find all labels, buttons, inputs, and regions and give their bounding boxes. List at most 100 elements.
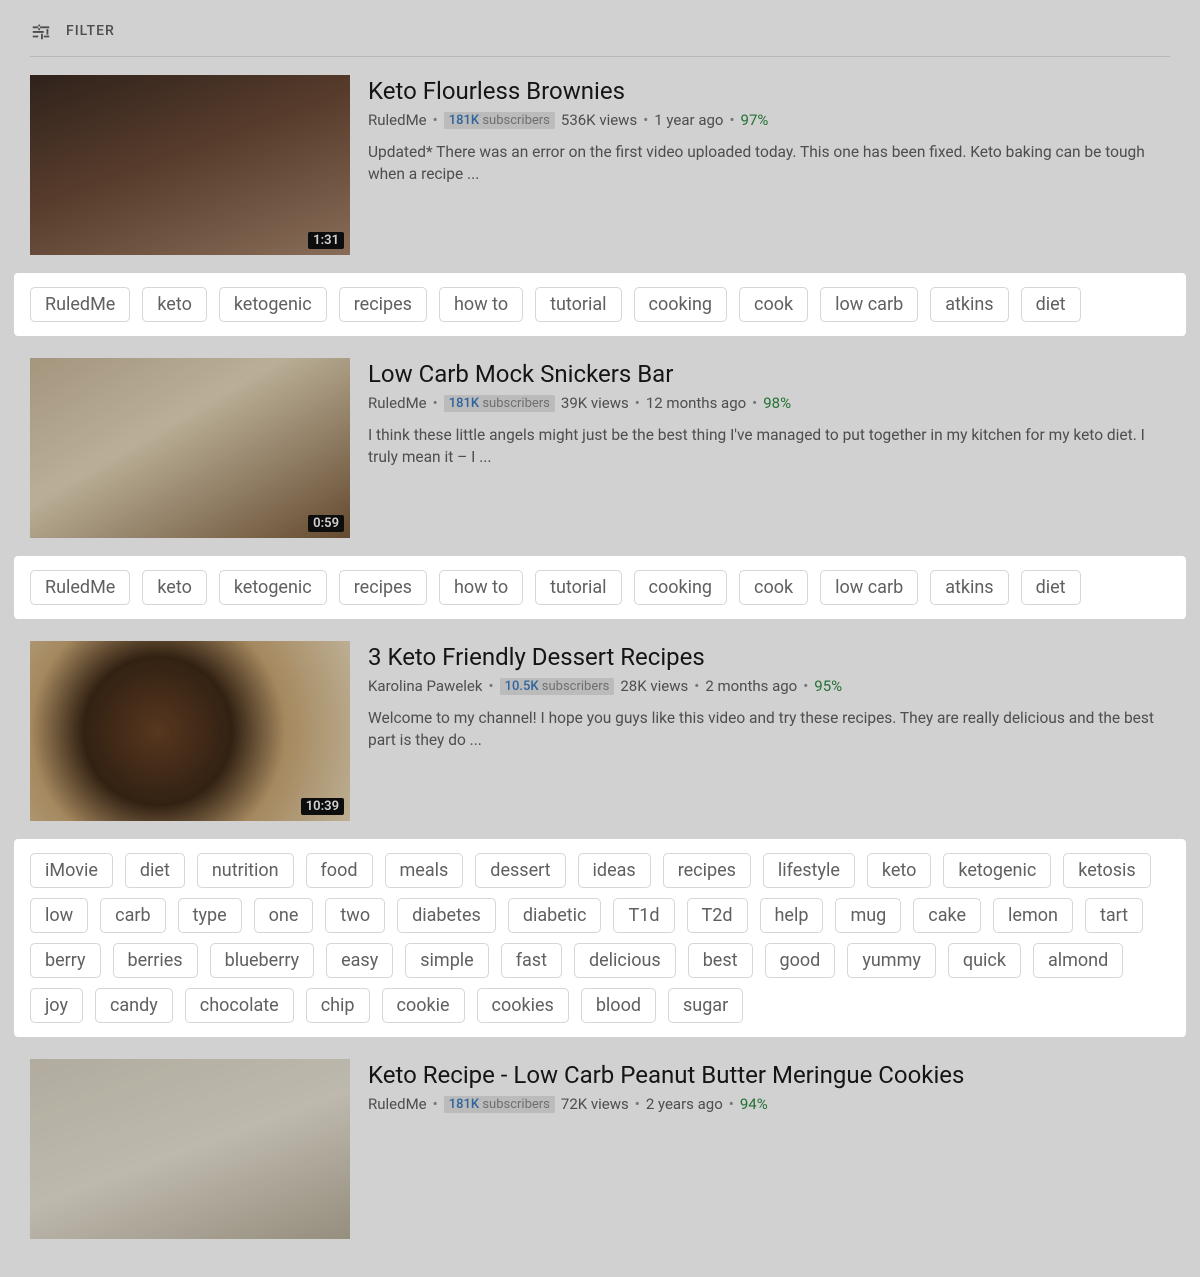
video-info: Low Carb Mock Snickers Bar RuledMe • 181… — [368, 358, 1170, 538]
subscriber-badge: 181K subscribers — [444, 1096, 555, 1113]
tag[interactable]: one — [254, 898, 314, 933]
search-result: 10:39 3 Keto Friendly Dessert Recipes Ka… — [30, 641, 1170, 821]
tag[interactable]: cookies — [477, 988, 569, 1023]
tag[interactable]: low — [30, 898, 88, 933]
video-info: Keto Recipe - Low Carb Peanut Butter Mer… — [368, 1059, 1170, 1239]
tag[interactable]: type — [178, 898, 242, 933]
tag[interactable]: tutorial — [535, 287, 621, 322]
tag[interactable]: low carb — [820, 570, 918, 605]
video-thumbnail[interactable]: 10:39 — [30, 641, 350, 821]
tag[interactable]: lemon — [993, 898, 1073, 933]
tag[interactable]: blueberry — [210, 943, 314, 978]
tag[interactable]: cake — [913, 898, 981, 933]
video-title[interactable]: Low Carb Mock Snickers Bar — [368, 360, 1170, 388]
tag[interactable]: cookie — [382, 988, 465, 1023]
tag[interactable]: RuledMe — [30, 287, 130, 322]
tag[interactable]: fast — [501, 943, 562, 978]
tag[interactable]: lifestyle — [763, 853, 855, 888]
tag[interactable]: candy — [95, 988, 173, 1023]
tag[interactable]: how to — [439, 287, 523, 322]
tag[interactable]: atkins — [930, 570, 1008, 605]
video-title[interactable]: Keto Flourless Brownies — [368, 77, 1170, 105]
tag[interactable]: nutrition — [197, 853, 294, 888]
separator-dot: • — [729, 1095, 734, 1113]
video-meta: Karolina Pawelek • 10.5K subscribers 28K… — [368, 677, 1170, 695]
video-title[interactable]: Keto Recipe - Low Carb Peanut Butter Mer… — [368, 1061, 1170, 1089]
tag[interactable]: food — [306, 853, 373, 888]
tag[interactable]: dessert — [475, 853, 565, 888]
tag[interactable]: berry — [30, 943, 101, 978]
tag[interactable]: almond — [1033, 943, 1123, 978]
tag[interactable]: diabetes — [397, 898, 496, 933]
tag[interactable]: keto — [867, 853, 931, 888]
tag[interactable]: how to — [439, 570, 523, 605]
tag[interactable]: blood — [581, 988, 656, 1023]
tag[interactable]: recipes — [339, 287, 427, 322]
tag[interactable]: cooking — [634, 287, 728, 322]
tag[interactable]: diet — [1021, 287, 1081, 322]
tag[interactable]: ketogenic — [219, 287, 327, 322]
separator-dot: • — [433, 1095, 438, 1113]
video-thumbnail[interactable]: 0:59 — [30, 358, 350, 538]
video-thumbnail[interactable] — [30, 1059, 350, 1239]
tag[interactable]: cook — [739, 287, 808, 322]
subscriber-badge: 10.5K subscribers — [500, 678, 615, 695]
tag[interactable]: delicious — [574, 943, 676, 978]
filter-bar[interactable]: FILTER — [30, 20, 1170, 57]
tag[interactable]: low carb — [820, 287, 918, 322]
video-title[interactable]: 3 Keto Friendly Dessert Recipes — [368, 643, 1170, 671]
separator-dot: • — [694, 677, 699, 695]
channel-name[interactable]: RuledMe — [368, 1095, 427, 1113]
tag[interactable]: easy — [326, 943, 393, 978]
tag[interactable]: simple — [405, 943, 488, 978]
tag[interactable]: meals — [385, 853, 464, 888]
tag[interactable]: iMovie — [30, 853, 113, 888]
channel-name[interactable]: RuledMe — [368, 111, 427, 129]
rating-percent: 97% — [741, 111, 769, 129]
channel-name[interactable]: Karolina Pawelek — [368, 677, 483, 695]
tag[interactable]: chip — [306, 988, 370, 1023]
tag[interactable]: best — [688, 943, 753, 978]
tag[interactable]: yummy — [847, 943, 936, 978]
tag[interactable]: diet — [125, 853, 185, 888]
tag[interactable]: berries — [113, 943, 198, 978]
tag[interactable]: chocolate — [185, 988, 294, 1023]
tag[interactable]: ideas — [578, 853, 651, 888]
tag[interactable]: T2d — [687, 898, 748, 933]
tag[interactable]: two — [325, 898, 385, 933]
tag[interactable]: atkins — [930, 287, 1008, 322]
channel-name[interactable]: RuledMe — [368, 394, 427, 412]
filter-label: FILTER — [66, 23, 115, 39]
tag[interactable]: ketogenic — [943, 853, 1051, 888]
tag[interactable]: recipes — [339, 570, 427, 605]
separator-dot: • — [433, 111, 438, 129]
tag[interactable]: keto — [142, 287, 206, 322]
tag[interactable]: keto — [142, 570, 206, 605]
tag[interactable]: RuledMe — [30, 570, 130, 605]
tag[interactable]: carb — [100, 898, 165, 933]
separator-dot: • — [635, 1095, 640, 1113]
rating-percent: 94% — [740, 1095, 768, 1113]
tag[interactable]: ketogenic — [219, 570, 327, 605]
tag[interactable]: sugar — [668, 988, 743, 1023]
separator-dot: • — [635, 394, 640, 412]
tag[interactable]: cook — [739, 570, 808, 605]
video-thumbnail[interactable]: 1:31 — [30, 75, 350, 255]
tag[interactable]: tutorial — [535, 570, 621, 605]
tag[interactable]: tart — [1085, 898, 1143, 933]
tag[interactable]: ketosis — [1063, 853, 1150, 888]
tag[interactable]: T1d — [613, 898, 674, 933]
view-count: 28K views — [620, 677, 688, 695]
tag[interactable]: good — [765, 943, 836, 978]
tag[interactable]: help — [760, 898, 824, 933]
upload-age: 2 months ago — [705, 677, 797, 695]
tag[interactable]: mug — [835, 898, 901, 933]
tag[interactable]: recipes — [663, 853, 751, 888]
rating-percent: 95% — [814, 677, 842, 695]
tag[interactable]: diabetic — [508, 898, 602, 933]
video-description: Updated* There was an error on the first… — [368, 141, 1170, 186]
tag[interactable]: cooking — [634, 570, 728, 605]
tag[interactable]: joy — [30, 988, 83, 1023]
tag[interactable]: quick — [948, 943, 1021, 978]
tag[interactable]: diet — [1021, 570, 1081, 605]
